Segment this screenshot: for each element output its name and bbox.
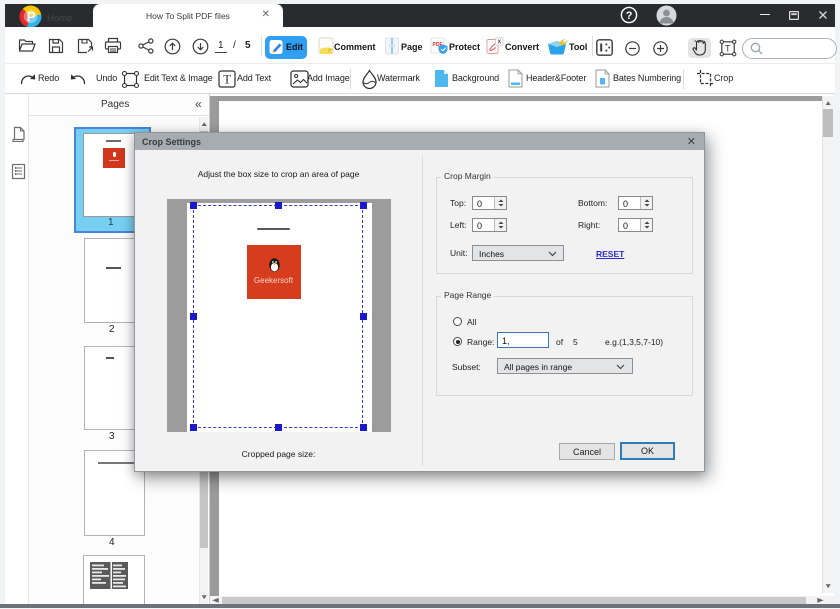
svg-text:?: ? [626, 10, 633, 22]
svg-text:T: T [223, 73, 231, 87]
svg-text:P: P [27, 10, 36, 25]
svg-text:T: T [725, 44, 731, 54]
svg-text:X: X [498, 40, 502, 46]
